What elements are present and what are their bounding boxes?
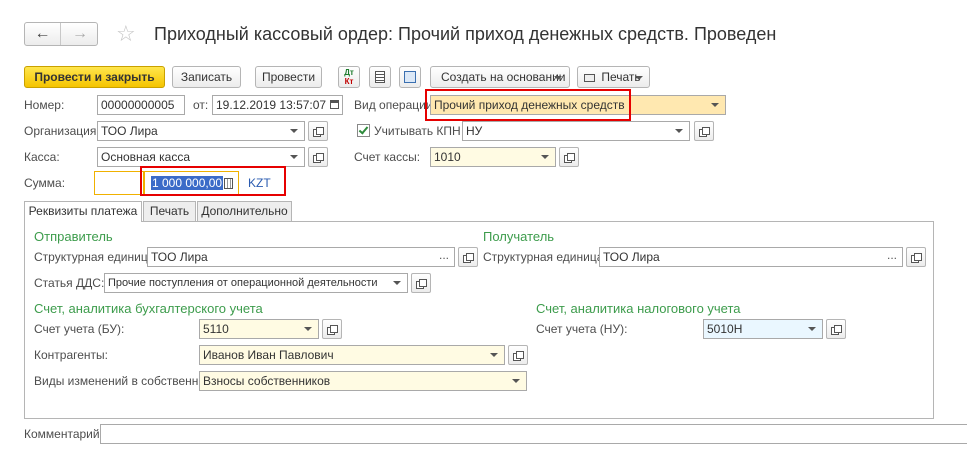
forward-button[interactable]: → <box>62 23 98 45</box>
nu-account-label: Счет учета (НУ): <box>536 322 628 336</box>
contractors-open-button[interactable] <box>508 345 528 365</box>
operation-type-label: Вид операции: <box>354 98 436 112</box>
open-icon <box>911 252 922 263</box>
date-label: от: <box>193 98 209 112</box>
open-icon <box>463 252 474 263</box>
receiver-unit-label: Структурная единица: <box>483 250 607 264</box>
equity-change-select[interactable]: Взносы собственников <box>199 371 527 391</box>
receiver-unit-field[interactable]: ТОО Лира ... <box>599 247 903 267</box>
open-icon <box>313 126 324 137</box>
open-icon <box>513 350 524 361</box>
sum-field-left[interactable] <box>94 171 144 195</box>
cash-account-select[interactable]: 1010 <box>430 147 556 167</box>
receiver-title: Получатель <box>483 229 555 244</box>
equity-change-label: Виды изменений в собственн...: <box>34 374 212 388</box>
kpn-select[interactable]: НУ <box>462 121 690 141</box>
cash-desk-label: Касса: <box>24 150 60 164</box>
dds-label: Статья ДДС: <box>34 276 105 290</box>
cash-account-label: Счет кассы: <box>354 150 421 164</box>
tab-additional[interactable]: Дополнительно <box>197 201 292 221</box>
open-icon <box>564 152 575 163</box>
kpn-label: Учитывать КПН <box>374 124 461 138</box>
date-field[interactable]: 19.12.2019 13:57:07 <box>212 95 343 115</box>
chevron-down-icon <box>635 76 643 80</box>
select-ellipsis-button[interactable]: ... <box>439 248 449 264</box>
list-icon <box>375 71 385 83</box>
cash-desk-select[interactable]: Основная касса <box>97 147 305 167</box>
highlight-operation-type <box>425 89 631 121</box>
bu-account-open-button[interactable] <box>322 319 342 339</box>
bu-account-select[interactable]: 5110 <box>199 319 319 339</box>
sum-label: Сумма: <box>24 176 66 190</box>
sender-title: Отправитель <box>34 229 113 244</box>
checkmark-icon <box>358 124 369 135</box>
cash-account-open-button[interactable] <box>559 147 579 167</box>
nu-account-open-button[interactable] <box>826 319 846 339</box>
organization-label: Организация: <box>24 124 100 138</box>
post-and-close-button[interactable]: Провести и закрыть <box>24 66 165 88</box>
save-button[interactable]: Записать <box>172 66 241 88</box>
bu-analytics-title: Счет, аналитика бухгалтерского учета <box>34 301 263 316</box>
print-button[interactable]: Печать <box>577 66 650 88</box>
arrow-right-icon: → <box>72 25 88 42</box>
related-docs-button[interactable] <box>399 66 421 88</box>
open-icon <box>416 278 427 289</box>
post-button[interactable]: Провести <box>255 66 322 88</box>
create-based-on-button[interactable]: Создать на основании <box>430 66 570 88</box>
sender-unit-open-button[interactable] <box>458 247 478 267</box>
arrow-left-icon: ← <box>34 25 51 42</box>
contractors-select[interactable]: Иванов Иван Павлович <box>199 345 505 365</box>
contractors-label: Контрагенты: <box>34 348 109 362</box>
nav-buttons: ← → <box>24 22 98 46</box>
kpn-open-button[interactable] <box>694 121 714 141</box>
select-ellipsis-button[interactable]: ... <box>887 248 897 264</box>
kpn-checkbox[interactable] <box>357 124 370 137</box>
dt-kt-button[interactable]: Дт Кт <box>338 66 360 88</box>
tab-panel: Отправитель Структурная единица: ТОО Лир… <box>24 221 934 419</box>
number-label: Номер: <box>24 98 65 112</box>
comment-field[interactable] <box>100 424 967 444</box>
page-title: Приходный кассовый ордер: Прочий приход … <box>154 24 777 44</box>
sender-unit-label: Структурная единица: <box>34 250 158 264</box>
sender-unit-field[interactable]: ТОО Лира ... <box>147 247 455 267</box>
open-icon <box>327 324 338 335</box>
organization-open-button[interactable] <box>308 121 328 141</box>
comment-label: Комментарий: <box>24 427 103 441</box>
documents-icon <box>404 71 416 83</box>
open-icon <box>699 126 710 137</box>
dds-open-button[interactable] <box>411 273 431 293</box>
tab-print[interactable]: Печать <box>143 201 196 221</box>
printer-icon <box>584 74 595 82</box>
nu-analytics-title: Счет, аналитика налогового учета <box>536 301 741 316</box>
dds-select[interactable]: Прочие поступления от операционной деяте… <box>104 273 408 293</box>
nu-account-select[interactable]: 5010Н <box>703 319 823 339</box>
structure-button[interactable] <box>369 66 391 88</box>
favorite-star-icon[interactable]: ☆ <box>116 22 136 46</box>
cash-desk-open-button[interactable] <box>308 147 328 167</box>
number-field[interactable]: 00000000005 <box>97 95 185 115</box>
highlight-sum <box>140 166 286 196</box>
bu-account-label: Счет учета (БУ): <box>34 322 125 336</box>
open-icon <box>313 152 324 163</box>
organization-select[interactable]: ТОО Лира <box>97 121 305 141</box>
tab-payment-details[interactable]: Реквизиты платежа <box>24 201 142 222</box>
chevron-down-icon <box>554 76 562 80</box>
receiver-unit-open-button[interactable] <box>906 247 926 267</box>
dtkt-icon: Дт Кт <box>344 68 354 86</box>
calendar-icon[interactable] <box>330 100 339 109</box>
open-icon <box>831 324 842 335</box>
back-button[interactable]: ← <box>25 23 61 45</box>
